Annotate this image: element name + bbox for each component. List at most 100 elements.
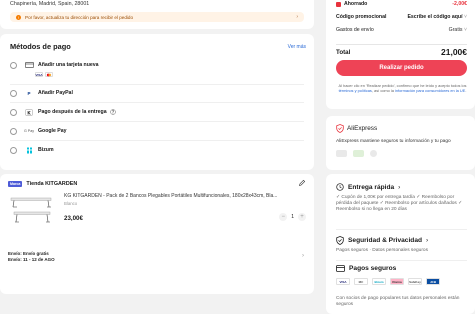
shield-check-icon — [336, 124, 344, 133]
warning-icon: ! — [16, 14, 21, 20]
shipping-cost-value: Gratis — [448, 27, 463, 33]
trust-badges — [336, 150, 465, 157]
increase-quantity-button[interactable]: + — [298, 213, 306, 221]
shield-check-icon — [336, 236, 344, 245]
promo-code-row[interactable]: Código promocional Escribe el código aqu… — [336, 14, 467, 20]
delivery-benefit-title: Entrega rápida — [348, 183, 395, 191]
shipping-cost-value-wrap[interactable]: Gratis ˅ — [449, 27, 467, 33]
payment-option-bizum[interactable]: Bizum — [10, 146, 54, 154]
payment-methods-card: Métodos de pago Ver más Añadir una tarje… — [0, 34, 314, 170]
shipping-date: Envío: 11 - 12 de AGO — [8, 256, 55, 262]
delivery-benefit-header[interactable]: Entrega rápida › — [336, 183, 400, 191]
saved-label: Ahorrado — [344, 1, 368, 7]
seal-badge-icon — [370, 150, 377, 157]
terms-link[interactable]: términos y políticas — [339, 88, 372, 93]
mastercard-logo: MC — [354, 278, 368, 285]
klarna-logo: Klarna — [390, 278, 404, 285]
radio-button[interactable] — [10, 61, 17, 69]
shipping-cost-row: Gastos de envío Gratis ˅ — [336, 27, 467, 33]
divider — [336, 44, 467, 45]
store-header[interactable]: Marca Tienda KITGARDEN — [8, 181, 77, 187]
divider — [10, 102, 304, 103]
ssl-badge-icon — [336, 150, 347, 157]
radio-button[interactable] — [10, 127, 17, 135]
order-summary-card: Ahorrado -2,00€ Código promocional Escri… — [326, 0, 475, 109]
payment-option-google-pay[interactable]: G Pay Google Pay — [10, 127, 67, 135]
credit-card-icon — [336, 265, 345, 272]
trust-card: AliExpress AliExpress mantiene seguros t… — [326, 116, 475, 170]
promo-code-input-wrap: Escribe el código aquí ˅ — [407, 14, 467, 20]
quantity-value: 1 — [291, 214, 294, 220]
credit-card-icon — [24, 62, 34, 69]
bizum-logo: Bizum — [372, 278, 386, 285]
aliexpress-logo: AliExpress — [347, 125, 378, 132]
visa-logo: VISA — [336, 278, 350, 285]
pci-badge-icon — [353, 150, 364, 157]
store-badge: Marca — [8, 181, 23, 187]
address-card: Chapinería, Madrid, Spain, 28001 ! Por f… — [0, 0, 314, 29]
quantity-stepper: − 1 + — [279, 213, 306, 221]
product-image[interactable] — [8, 192, 56, 228]
product-price: 23,00€ — [64, 215, 83, 222]
address-warning-text: Por favor, actualiza tu dirección para r… — [25, 14, 134, 20]
legal-text: , así como la — [371, 88, 396, 93]
klarna-icon: K — [24, 108, 34, 116]
chevron-right-icon[interactable]: › — [302, 253, 304, 259]
total-label: Total — [336, 48, 351, 56]
svg-text:K: K — [27, 110, 31, 116]
payments-benefit-header: Pagos seguros — [336, 265, 396, 272]
payment-option-label: Pago después de la entrega — [38, 109, 107, 115]
store-name: Tienda KITGARDEN — [26, 181, 78, 187]
shipping-info[interactable]: Envío: Envío gratis Envío: 11 - 12 de AG… — [8, 251, 55, 262]
radio-button[interactable] — [10, 108, 17, 116]
legal-notice: Al hacer clic en 'Realizar pedido', conf… — [336, 83, 469, 93]
mastercard-logo — [45, 72, 53, 77]
promo-code-input[interactable]: Escribe el código aquí — [407, 14, 462, 20]
jcb-logo: JCB — [426, 278, 440, 285]
address-line: Chapinería, Madrid, Spain, 28001 — [10, 1, 90, 7]
chevron-right-icon: › — [398, 183, 401, 191]
total-row: Total 21,00€ — [336, 47, 467, 57]
benefits-card: Entrega rápida › ✓ Cupón de 1,00€ por en… — [326, 174, 475, 314]
divider — [10, 140, 304, 141]
radio-button[interactable] — [10, 146, 17, 154]
payment-methods-title: Métodos de pago — [10, 42, 71, 51]
saved-value: -2,00€ — [452, 1, 467, 7]
legal-text: . — [465, 88, 467, 93]
clock-icon — [336, 183, 344, 191]
address-warning-banner[interactable]: ! Por favor, actualiza tu dirección para… — [10, 12, 304, 22]
radio-button[interactable] — [10, 89, 17, 97]
payments-benefit-text: Con socios de pago populares tus datos p… — [336, 296, 460, 307]
see-more-link[interactable]: Ver más — [288, 44, 306, 50]
consumer-info-link[interactable]: información para consumidores en la UE — [395, 88, 465, 93]
total-value: 21,00€ — [441, 47, 467, 57]
divider — [10, 121, 304, 122]
place-order-button[interactable]: Realizar pedido — [336, 60, 467, 76]
order-card: Marca Tienda KITGARDEN KG KITGARDEN - Pa… — [0, 174, 314, 294]
delivery-benefit-text: ✓ Cupón de 1,00€ por entrega tardía ✓ Re… — [336, 195, 463, 212]
security-benefit-title: Seguridad & Privacidad — [348, 237, 423, 244]
chevron-down-icon: ˅ — [463, 14, 467, 20]
paypal-icon: P — [27, 90, 31, 96]
trust-text: AliExpress mantiene seguros tu informaci… — [336, 139, 451, 144]
divider — [336, 260, 467, 261]
saved-row: Ahorrado -2,00€ — [336, 1, 467, 7]
shipping-cost-label: Gastos de envío — [336, 27, 374, 33]
chevron-down-icon: ˅ — [463, 27, 467, 33]
discount-icon — [336, 1, 341, 7]
edit-icon[interactable] — [298, 179, 306, 187]
payment-option-paypal[interactable]: P Añadir PayPal — [10, 89, 73, 97]
security-benefit-header[interactable]: Seguridad & Privacidad › — [336, 236, 428, 245]
visa-logo: VISA — [35, 72, 43, 77]
google-pay-icon: G Pay — [24, 129, 34, 133]
info-icon[interactable]: ? — [109, 109, 116, 115]
payment-option-new-card[interactable]: Añadir una tarjeta nueva — [10, 61, 99, 69]
payment-option-pay-after-delivery[interactable]: K Pago después de la entrega ? — [10, 108, 116, 116]
promo-code-label: Código promocional — [336, 14, 387, 20]
decrease-quantity-button[interactable]: − — [279, 213, 288, 221]
payment-option-label: Bizum — [38, 147, 54, 153]
divider — [336, 229, 467, 230]
card-logos: VISA — [35, 72, 53, 77]
product-title[interactable]: KG KITGARDEN - Pack de 2 Bancos Plegable… — [64, 193, 306, 199]
bizum-icon — [24, 147, 34, 154]
